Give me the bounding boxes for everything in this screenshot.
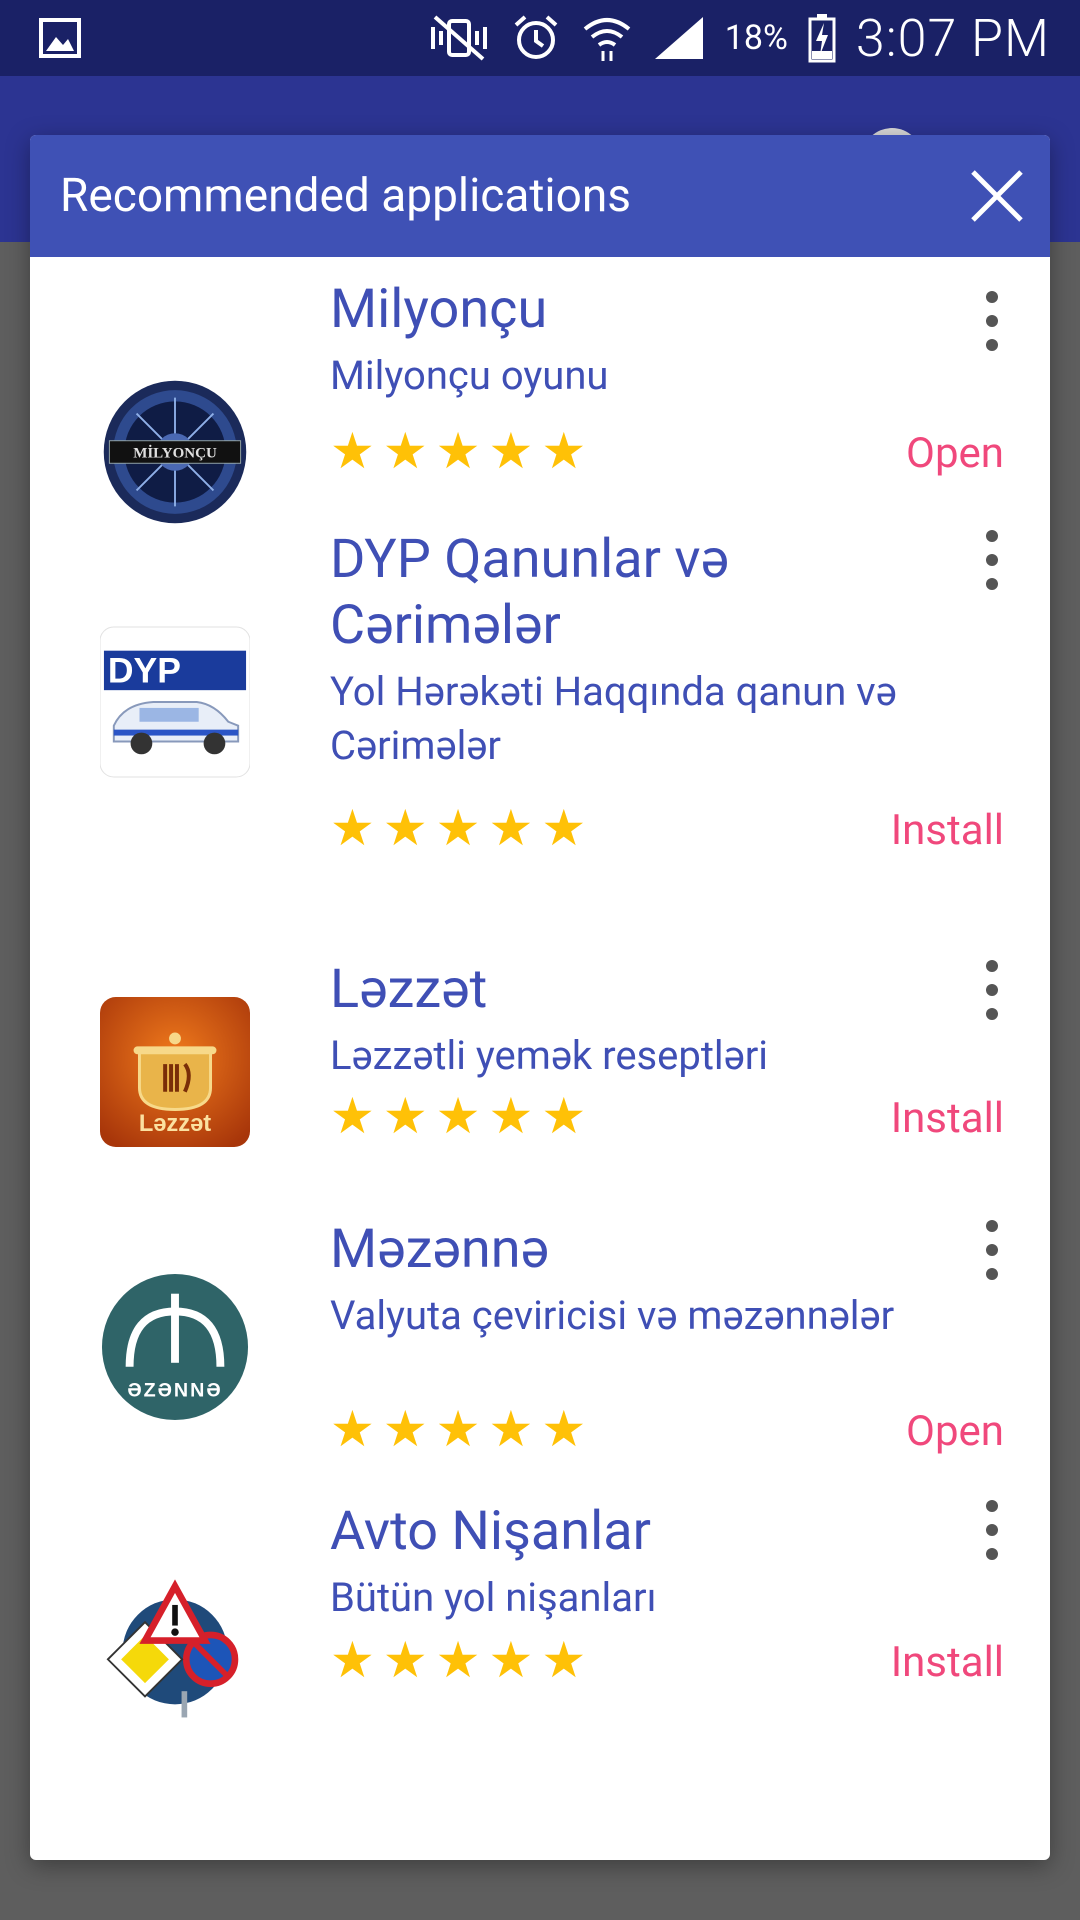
rating-stars: ★ ★ ★ ★ ★ (330, 425, 586, 479)
app-description: Milyonçu oyunu (330, 352, 609, 399)
open-button[interactable]: Open (906, 427, 1004, 481)
gallery-notification-icon (38, 17, 82, 63)
dot (986, 1008, 998, 1020)
signal-icon (653, 15, 705, 61)
list-item[interactable]: ƏZƏNNƏ Məzənnə Valyuta çeviricisi və məz… (30, 1167, 1050, 1477)
more-options-button[interactable] (980, 1220, 1004, 1280)
star-icon: ★ (488, 1632, 534, 1690)
mezenne-icon-label: ƏZƏNNƏ (127, 1379, 222, 1401)
star-icon: ★ (435, 800, 481, 858)
wifi-icon (581, 13, 633, 63)
rating-stars: ★ ★ ★ ★ ★ (330, 1090, 586, 1144)
dialog-title: Recommended applications (60, 169, 631, 223)
mezenne-manat-icon: ƏZƏNNƏ (100, 1272, 250, 1422)
star-icon: ★ (382, 1632, 428, 1690)
dot (986, 291, 998, 303)
list-item[interactable]: DYP DYP Qanunlar və Cərimələr Yol Hərəkə… (30, 527, 1050, 907)
app-description: Ləzzətli yemək reseptləri (330, 1032, 769, 1079)
dot (986, 578, 998, 590)
star-icon: ★ (488, 800, 534, 858)
star-icon: ★ (382, 1401, 428, 1459)
star-icon: ★ (488, 423, 534, 481)
list-item[interactable]: Ləzzət Ləzzət Ləzzətli yemək reseptləri … (30, 907, 1050, 1165)
star-icon: ★ (330, 800, 375, 858)
status-bar: 18% 3:07 PM (0, 0, 1080, 76)
star-icon: ★ (541, 1401, 587, 1459)
milyoncu-logo-icon: MİLYONÇU (100, 377, 250, 527)
more-options-button[interactable] (980, 291, 1004, 351)
star-icon: ★ (541, 1632, 587, 1690)
star-icon: ★ (488, 1088, 534, 1146)
list-item[interactable]: Avto Nişanlar Bütün yol nişanları ★ ★ ★ … (30, 1479, 1050, 1737)
app-description: Bütün yol nişanları (330, 1574, 657, 1621)
star-icon: ★ (435, 1632, 481, 1690)
vibrate-mute-icon (427, 13, 491, 63)
star-icon: ★ (382, 800, 428, 858)
star-icon: ★ (435, 1401, 481, 1459)
dialog-header: Recommended applications (30, 135, 1050, 257)
app-name: Milyonçu (330, 278, 548, 341)
star-icon: ★ (330, 423, 375, 481)
rating-stars: ★ ★ ★ ★ ★ (330, 1403, 586, 1457)
dot (986, 1244, 998, 1256)
dot (986, 530, 998, 542)
app-name: Məzənnə (330, 1218, 550, 1281)
star-icon: ★ (541, 1088, 587, 1146)
recommended-apps-dialog: Recommended applications MİLYONÇU Milyon… (30, 135, 1050, 1860)
lezzet-cooking-pot-icon: Ləzzət (100, 997, 250, 1147)
dot (986, 960, 998, 972)
dot (986, 315, 998, 327)
dot (986, 1524, 998, 1536)
lezzet-icon-label: Ləzzət (139, 1111, 211, 1137)
list-item[interactable]: MİLYONÇU Milyonçu Milyonçu oyunu ★ ★ ★ ★… (30, 257, 1050, 524)
star-icon: ★ (382, 423, 428, 481)
star-icon: ★ (330, 1088, 375, 1146)
dot (986, 1220, 998, 1232)
install-button[interactable]: Install (891, 804, 1004, 858)
app-name: Ləzzət (330, 958, 488, 1021)
star-icon: ★ (382, 1088, 428, 1146)
open-button[interactable]: Open (906, 1405, 1004, 1459)
star-icon: ★ (435, 1088, 481, 1146)
dyp-police-car-icon: DYP (100, 626, 250, 778)
rating-stars: ★ ★ ★ ★ ★ (330, 802, 586, 856)
close-button[interactable] (962, 161, 1032, 231)
dot (986, 1548, 998, 1560)
star-icon: ★ (541, 423, 587, 481)
star-icon: ★ (435, 423, 481, 481)
star-icon: ★ (330, 1632, 375, 1690)
dot (986, 339, 998, 351)
dyp-icon-label: DYP (108, 650, 181, 690)
rating-stars: ★ ★ ★ ★ ★ (330, 1634, 586, 1688)
dot (986, 554, 998, 566)
dot (986, 1268, 998, 1280)
app-name: DYP Qanunlar və Cərimələr (330, 528, 729, 657)
milyoncu-icon-label: MİLYONÇU (133, 445, 217, 462)
dot (986, 984, 998, 996)
dot (986, 1500, 998, 1512)
clock: 3:07 PM (855, 7, 1050, 69)
more-options-button[interactable] (980, 530, 1004, 590)
star-icon: ★ (541, 800, 587, 858)
road-signs-icon (100, 1574, 250, 1724)
star-icon: ★ (330, 1401, 375, 1459)
alarm-icon (511, 13, 561, 63)
battery-charging-icon (808, 13, 836, 63)
install-button[interactable]: Install (891, 1636, 1004, 1690)
close-icon (971, 170, 1023, 222)
more-options-button[interactable] (980, 1500, 1004, 1560)
more-options-button[interactable] (980, 960, 1004, 1020)
battery-percent: 18% (724, 18, 788, 58)
app-description: Yol Hərəkəti Haqqında qanun və Cərimələr (330, 668, 897, 769)
app-name: Avto Nişanlar (330, 1500, 651, 1563)
install-button[interactable]: Install (891, 1092, 1004, 1146)
star-icon: ★ (488, 1401, 534, 1459)
app-description: Valyuta çeviricisi və məzənnələr (330, 1292, 895, 1339)
